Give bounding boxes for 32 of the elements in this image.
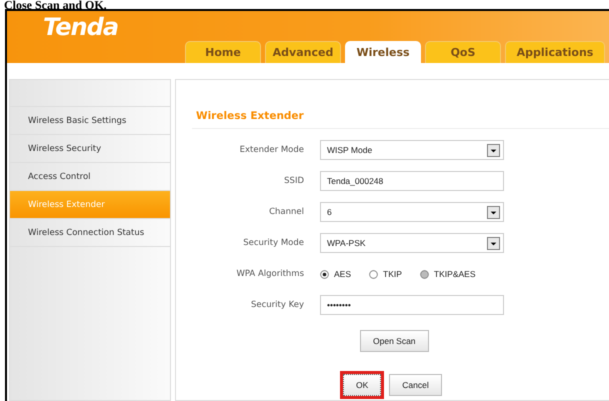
- input-field[interactable]: ••••••••: [320, 295, 504, 315]
- input-field[interactable]: Tenda_000248: [320, 171, 504, 191]
- sidebar-item[interactable]: Wireless Basic Settings: [10, 107, 170, 135]
- open-scan-button[interactable]: Open Scan: [360, 330, 429, 352]
- field-label: Channel: [268, 207, 304, 217]
- nav-tab[interactable]: QoS: [425, 41, 501, 63]
- caption-text: Close Scan and OK.: [3, 0, 108, 9]
- sidebar-item[interactable]: Wireless Security: [10, 135, 170, 163]
- nav-tab[interactable]: Home: [185, 41, 261, 63]
- dropdown-field[interactable]: WISP Mode: [320, 140, 504, 160]
- field-label: SSID: [283, 176, 304, 186]
- nav-tab[interactable]: Wireless: [345, 41, 421, 63]
- section-title: Wireless Extender: [192, 110, 609, 129]
- brand-logo: Tenda: [42, 12, 120, 39]
- dropdown-value: WPA-PSK: [327, 238, 366, 248]
- dialog-button[interactable]: Cancel: [389, 374, 442, 396]
- radio-icon[interactable]: [369, 270, 378, 278]
- field-label: Extender Mode: [238, 145, 304, 155]
- field-label: Security Mode: [242, 238, 304, 248]
- sidebar-item[interactable]: Wireless Connection Status: [10, 219, 170, 247]
- radio-icon[interactable]: [320, 270, 329, 278]
- radio-option[interactable]: AES: [320, 269, 352, 279]
- field-label: WPA Algorithms: [235, 269, 304, 279]
- nav-tab[interactable]: Advanced: [265, 41, 341, 63]
- dropdown-value: 6: [327, 207, 332, 217]
- radio-option[interactable]: TKIP: [369, 269, 402, 279]
- dropdown-field[interactable]: 6: [320, 202, 504, 222]
- nav-tab[interactable]: Applications: [505, 41, 605, 63]
- field-label: Security Key: [250, 300, 304, 310]
- dropdown-field[interactable]: WPA-PSK: [320, 233, 504, 253]
- dialog-button[interactable]: OK: [343, 374, 382, 396]
- dropdown-value: WISP Mode: [327, 145, 372, 155]
